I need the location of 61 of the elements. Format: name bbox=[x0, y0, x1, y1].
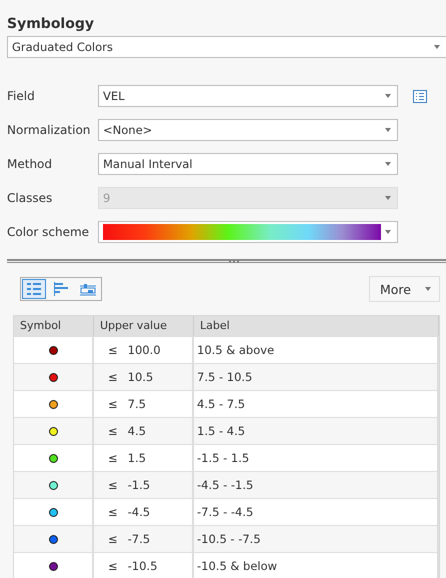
class-label[interactable]: 7.5 - 10.5 bbox=[197, 370, 252, 384]
symbol-dot[interactable] bbox=[48, 562, 58, 570]
dropdown[interactable]: <None> bbox=[98, 119, 398, 141]
view-tab[interactable] bbox=[22, 279, 46, 299]
operator: ≤ bbox=[108, 343, 118, 357]
class-label[interactable]: -10.5 & below bbox=[197, 559, 278, 573]
class-label[interactable]: -1.5 - 1.5 bbox=[197, 451, 250, 465]
panel-title: Symbology bbox=[7, 16, 96, 34]
class-label[interactable]: 1.5 - 4.5 bbox=[197, 424, 246, 438]
class-label[interactable]: -7.5 - -4.5 bbox=[197, 505, 254, 519]
renderer-dropdown[interactable]: Graduated Colors bbox=[7, 36, 446, 58]
operator: ≤ bbox=[108, 478, 118, 492]
upper-value[interactable]: -7.5 bbox=[128, 532, 150, 546]
list-icon[interactable] bbox=[413, 90, 427, 102]
symbol-dot[interactable] bbox=[48, 508, 58, 516]
symbol-dot[interactable] bbox=[48, 426, 58, 436]
list-icon bbox=[26, 282, 42, 296]
upper-value[interactable]: 1.5 bbox=[128, 451, 146, 465]
operator: ≤ bbox=[108, 532, 118, 546]
symbol-dot[interactable] bbox=[48, 480, 58, 490]
symbol-dot[interactable] bbox=[48, 372, 58, 382]
caret-icon bbox=[385, 196, 391, 200]
caret-icon bbox=[434, 45, 440, 49]
symbol-dot[interactable] bbox=[48, 454, 58, 462]
operator: ≤ bbox=[108, 505, 118, 519]
upper-value[interactable]: 4.5 bbox=[128, 424, 146, 438]
caret-icon bbox=[385, 162, 391, 166]
operator: ≤ bbox=[108, 451, 118, 465]
upper-value[interactable]: -10.5 bbox=[128, 559, 158, 573]
symbol-dot[interactable] bbox=[48, 400, 58, 408]
operator: ≤ bbox=[108, 424, 118, 438]
caret-icon bbox=[385, 94, 391, 98]
color-ramp-dropdown[interactable] bbox=[98, 221, 398, 243]
caret-icon bbox=[385, 128, 391, 132]
field-label: Classes bbox=[6, 191, 54, 205]
class-label[interactable]: 4.5 - 7.5 bbox=[197, 397, 246, 411]
more-button[interactable]: More bbox=[369, 276, 440, 302]
operator: ≤ bbox=[108, 397, 118, 411]
caret-icon bbox=[425, 287, 431, 291]
class-label[interactable]: 10.5 & above bbox=[197, 343, 274, 357]
upper-value[interactable]: 10.5 bbox=[128, 370, 154, 384]
dropdown[interactable]: Manual Interval bbox=[98, 153, 398, 175]
caret-icon bbox=[385, 230, 391, 234]
upper-value[interactable]: 7.5 bbox=[128, 397, 146, 411]
upper-value[interactable]: -1.5 bbox=[128, 478, 150, 492]
field-label: Normalization bbox=[6, 123, 92, 137]
field-label: Method bbox=[6, 157, 54, 171]
field-label: Color scheme bbox=[6, 225, 90, 239]
operator: ≤ bbox=[108, 559, 118, 573]
symbol-dot[interactable] bbox=[48, 346, 58, 354]
bar-chart-icon bbox=[53, 282, 69, 296]
upper-value[interactable]: 100.0 bbox=[128, 343, 161, 357]
splitter-handle-icon[interactable] bbox=[228, 260, 240, 263]
operator: ≤ bbox=[108, 370, 118, 384]
class-label[interactable]: -10.5 - -7.5 bbox=[197, 532, 261, 546]
scale-icon bbox=[80, 282, 96, 296]
class-label[interactable]: -4.5 - -1.5 bbox=[197, 478, 254, 492]
field-label: Field bbox=[6, 89, 36, 103]
symbol-dot[interactable] bbox=[48, 534, 58, 544]
upper-value[interactable]: -4.5 bbox=[128, 505, 150, 519]
dropdown[interactable]: VEL bbox=[98, 85, 398, 107]
